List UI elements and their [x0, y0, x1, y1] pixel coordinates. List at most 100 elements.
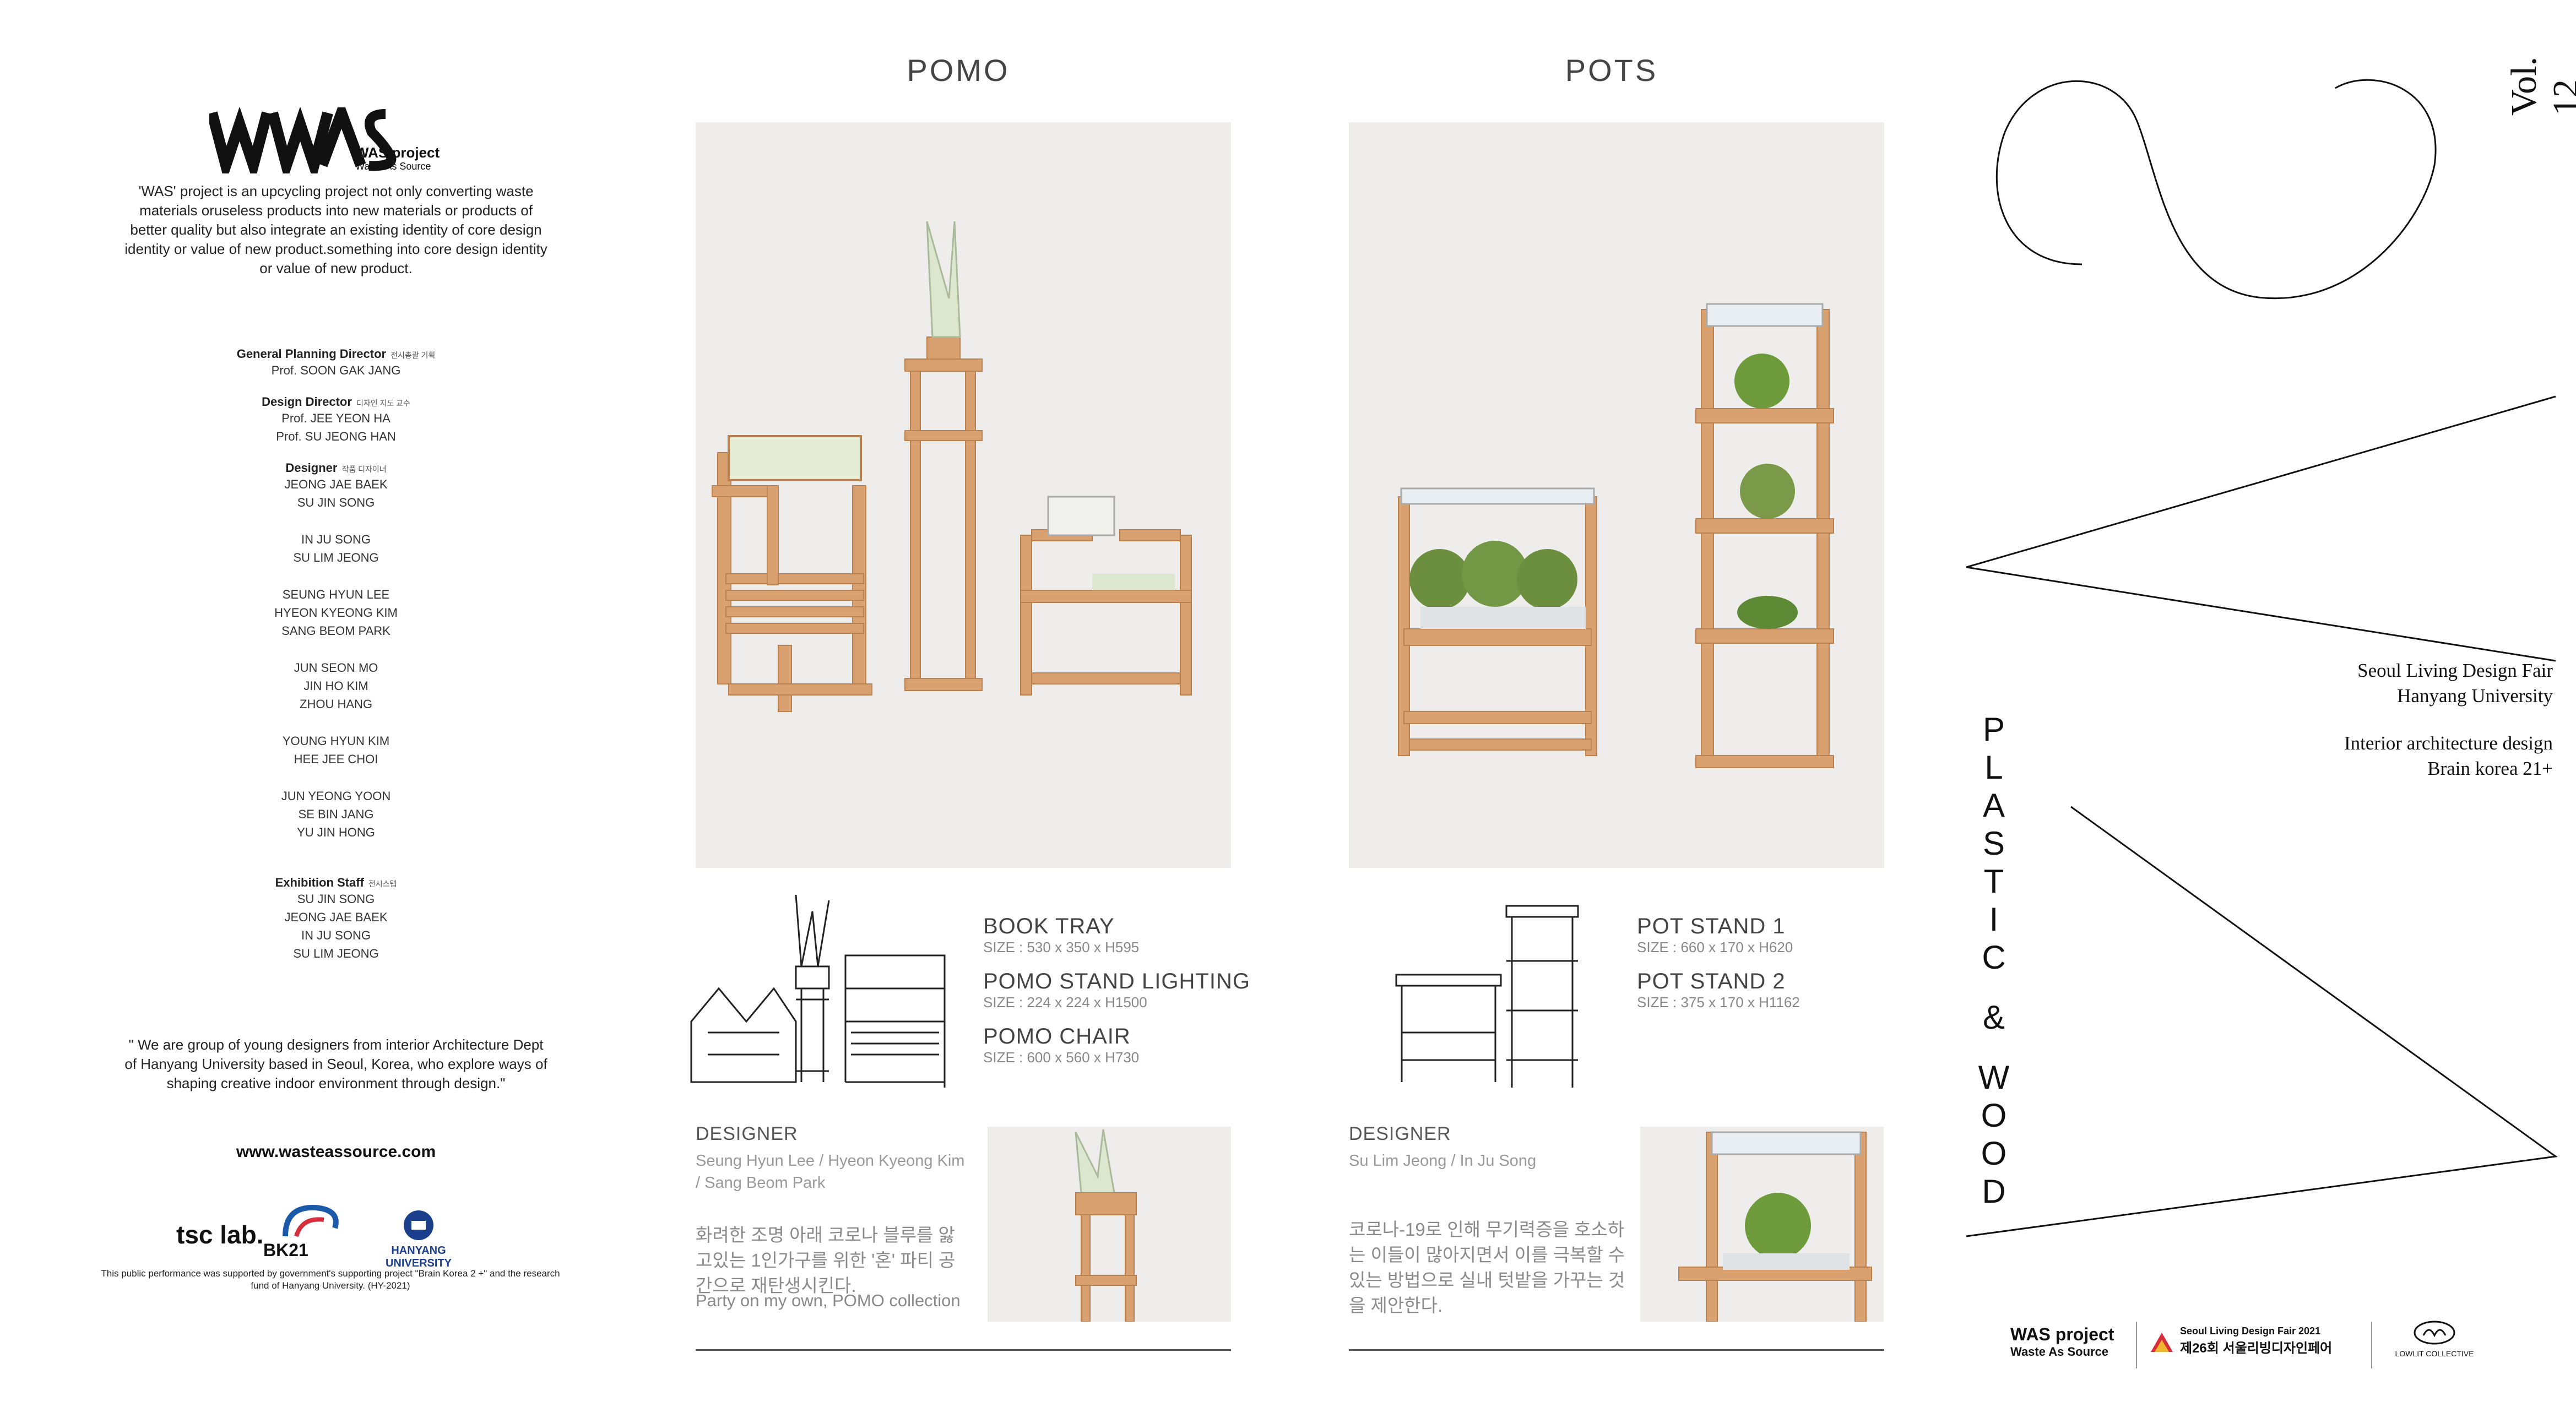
credit-name: SU JIN SONG — [297, 496, 375, 509]
credits: General Planning Director 전시총괄 기획 Prof. S… — [83, 347, 589, 963]
pomo-designer-label: DESIGNER — [696, 1123, 798, 1144]
credit-role: General Planning Director — [236, 347, 387, 361]
credit-name: ZHOU HANG — [300, 697, 372, 711]
s-graphic — [1972, 55, 2451, 319]
designer-group: YOUNG HYUN KIM HEE JEE CHOI — [83, 732, 589, 768]
credit-name: JEONG JAE BAEK — [284, 910, 388, 924]
lowlit-logo-icon — [2414, 1321, 2455, 1345]
credit-role: Exhibition Staff — [275, 876, 364, 889]
website-link[interactable]: www.wasteassource.com — [83, 1143, 589, 1161]
support-note: This public performance was supported by… — [101, 1268, 560, 1291]
product-size: SIZE : 224 x 224 x H1500 — [983, 994, 1147, 1010]
fair-university: Hanyang University — [2397, 685, 2553, 707]
footer-lowlit-text: LOWLIT COLLECTIVE — [2395, 1349, 2474, 1358]
vertical-letter: A — [1982, 787, 2005, 824]
vertical-letter: & — [1982, 999, 2005, 1036]
credit-general: General Planning Director 전시총괄 기획 Prof. S… — [83, 347, 589, 379]
volume-label: Vol. 12 — [2504, 57, 2576, 116]
pomo-sketch — [686, 889, 961, 1099]
vertical-letter: O — [1981, 1097, 2007, 1134]
credit-design-director: Design Director 디자인 지도 교수 Prof. JEE YEON … — [83, 395, 589, 445]
footer-logos: WAS project Waste As Source Seoul Living… — [2010, 1319, 2495, 1379]
credit-name: Prof. SU JEONG HAN — [276, 430, 396, 443]
credit-role: Design Director — [262, 395, 352, 409]
product-item: BOOK TRAY SIZE : 530 x 350 x H595 — [983, 914, 1259, 956]
vertical-letter: O — [1981, 1135, 2007, 1172]
tsc-lab-logo: tsc lab. — [176, 1220, 264, 1249]
credit-role: Designer — [285, 461, 338, 475]
bk21-text: BK21 — [263, 1240, 308, 1260]
vertical-letter: L — [1984, 749, 2003, 786]
product-item: POMO CHAIR SIZE : 600 x 560 x H730 — [983, 1024, 1259, 1066]
footer-divider — [2371, 1322, 2372, 1368]
credit-name: SEUNG HYUN LEE — [282, 588, 390, 601]
credit-role-kr: 전시총괄 기획 — [391, 351, 436, 360]
footer-fair-logo: Seoul Living Design Fair 2021 제26회 서울리빙디… — [2148, 1325, 2332, 1356]
product-name: BOOK TRAY — [983, 914, 1115, 938]
pots-description-kr: 코로나-19로 인해 무기력증을 호소하는 이들이 많아지면서 이를 극복할 수… — [1349, 1219, 1625, 1316]
pots-photo — [1349, 122, 1884, 868]
product-item: POT STAND 1 SIZE : 660 x 170 x H620 — [1637, 914, 1912, 956]
credit-name: SE BIN JANG — [298, 807, 374, 821]
pots-title: POTS — [1565, 53, 1658, 88]
bk21-swoosh-icon — [283, 1204, 339, 1237]
pots-furniture-illustration — [1398, 303, 1834, 768]
zigzag-graphic — [1961, 385, 2567, 1245]
hanyang-text: HANYANG UNIVERSITY — [385, 1245, 452, 1269]
vertical-letter: I — [1989, 901, 1999, 938]
vertical-letter: C — [1982, 939, 2006, 976]
designer-group: IN JU SONG SU LIM JEONG — [83, 530, 589, 567]
credit-role-kr: 전시스탭 — [368, 879, 397, 888]
vertical-letter: T — [1983, 863, 2004, 900]
fair-info: Seoul Living Design Fair Hanyang Univers… — [2269, 658, 2553, 781]
footer-fair-en: Seoul Living Design Fair 2021 — [2180, 1325, 2321, 1336]
product-item: POT STAND 2 SIZE : 375 x 170 x H1162 — [1637, 969, 1912, 1011]
footer-lowlit-logo: LOWLIT COLLECTIVE — [2390, 1319, 2479, 1358]
pots-detail-photo — [1640, 1127, 1884, 1322]
was-logo-sub: Waste As Source — [355, 161, 431, 172]
credit-staff: Exhibition Staff 전시스탭 SU JIN SONG JEONG J… — [83, 876, 589, 963]
credit-name: IN JU SONG — [301, 533, 371, 546]
vertical-letter: S — [1982, 825, 2005, 862]
footer-fair-kr: 제26회 서울리빙디자인페어 — [2180, 1341, 2333, 1356]
tsc-lab-text: tsc lab. — [176, 1220, 264, 1249]
pomo-furniture-illustration — [712, 221, 1192, 712]
pomo-product-list: BOOK TRAY SIZE : 530 x 350 x H595 POMO S… — [983, 914, 1259, 1066]
footer-divider — [2136, 1322, 2137, 1368]
pomo-description-kr: 화려한 조명 아래 코로나 블루를 앓고있는 1인가구를 위한 '혼' 파티 공… — [696, 1225, 956, 1296]
product-size: SIZE : 375 x 170 x H1162 — [1637, 994, 1800, 1010]
s-curve-graphic — [1995, 79, 2437, 300]
hanyang-emblem-icon — [404, 1210, 433, 1240]
credit-name: IN JU SONG — [301, 928, 371, 942]
was-logo-small: WAS project — [355, 144, 440, 161]
pomo-line-drawing — [690, 894, 946, 1088]
product-size: SIZE : 600 x 560 x H730 — [983, 1049, 1140, 1066]
pots-divider — [1349, 1349, 1884, 1351]
credit-name: JUN YEONG YOON — [281, 789, 391, 803]
dept-program: Brain korea 21+ — [2427, 758, 2553, 779]
vertical-letter: D — [1982, 1173, 2006, 1210]
quote-text: " We are group of young designers from i… — [124, 1036, 547, 1091]
pots-designer-label: DESIGNER — [1349, 1123, 1451, 1144]
credit-name: SANG BEOM PARK — [281, 624, 391, 638]
footer-was-text: WAS project — [2010, 1324, 2114, 1344]
credit-name: SU LIM JEONG — [293, 551, 379, 564]
dept-name: Interior architecture design — [2344, 732, 2553, 754]
credit-name: Prof. JEE YEON HA — [281, 411, 391, 425]
credit-name: JEONG JAE BAEK — [284, 477, 388, 491]
credit-designers: Designer 작품 디자이너 JEONG JAE BAEK SU JIN SO… — [83, 461, 589, 512]
pots-product-list: POT STAND 1 SIZE : 660 x 170 x H620 POT … — [1637, 914, 1912, 1011]
credit-name: Prof. SOON GAK JANG — [271, 363, 401, 377]
intro-text: 'WAS' project is an upcycling project no… — [124, 183, 547, 276]
pots-sketch — [1391, 900, 1600, 1093]
credit-name: HYEON KYEONG KIM — [274, 606, 398, 620]
credit-role-kr: 작품 디자이너 — [341, 465, 387, 474]
pots-designers: Su Lim Jeong / In Ju Song — [1349, 1152, 1537, 1170]
product-name: POMO CHAIR — [983, 1024, 1131, 1048]
credit-name: YU JIN HONG — [297, 825, 375, 839]
product-name: POT STAND 1 — [1637, 914, 1786, 938]
plastic-wood-vertical: P L A S T I C & W O O D — [1972, 710, 2016, 1210]
product-name: POT STAND 2 — [1637, 969, 1786, 993]
zigzag-line-graphic — [1966, 395, 2558, 1237]
footer-was-logo: WAS project Waste As Source — [2010, 1324, 2114, 1359]
